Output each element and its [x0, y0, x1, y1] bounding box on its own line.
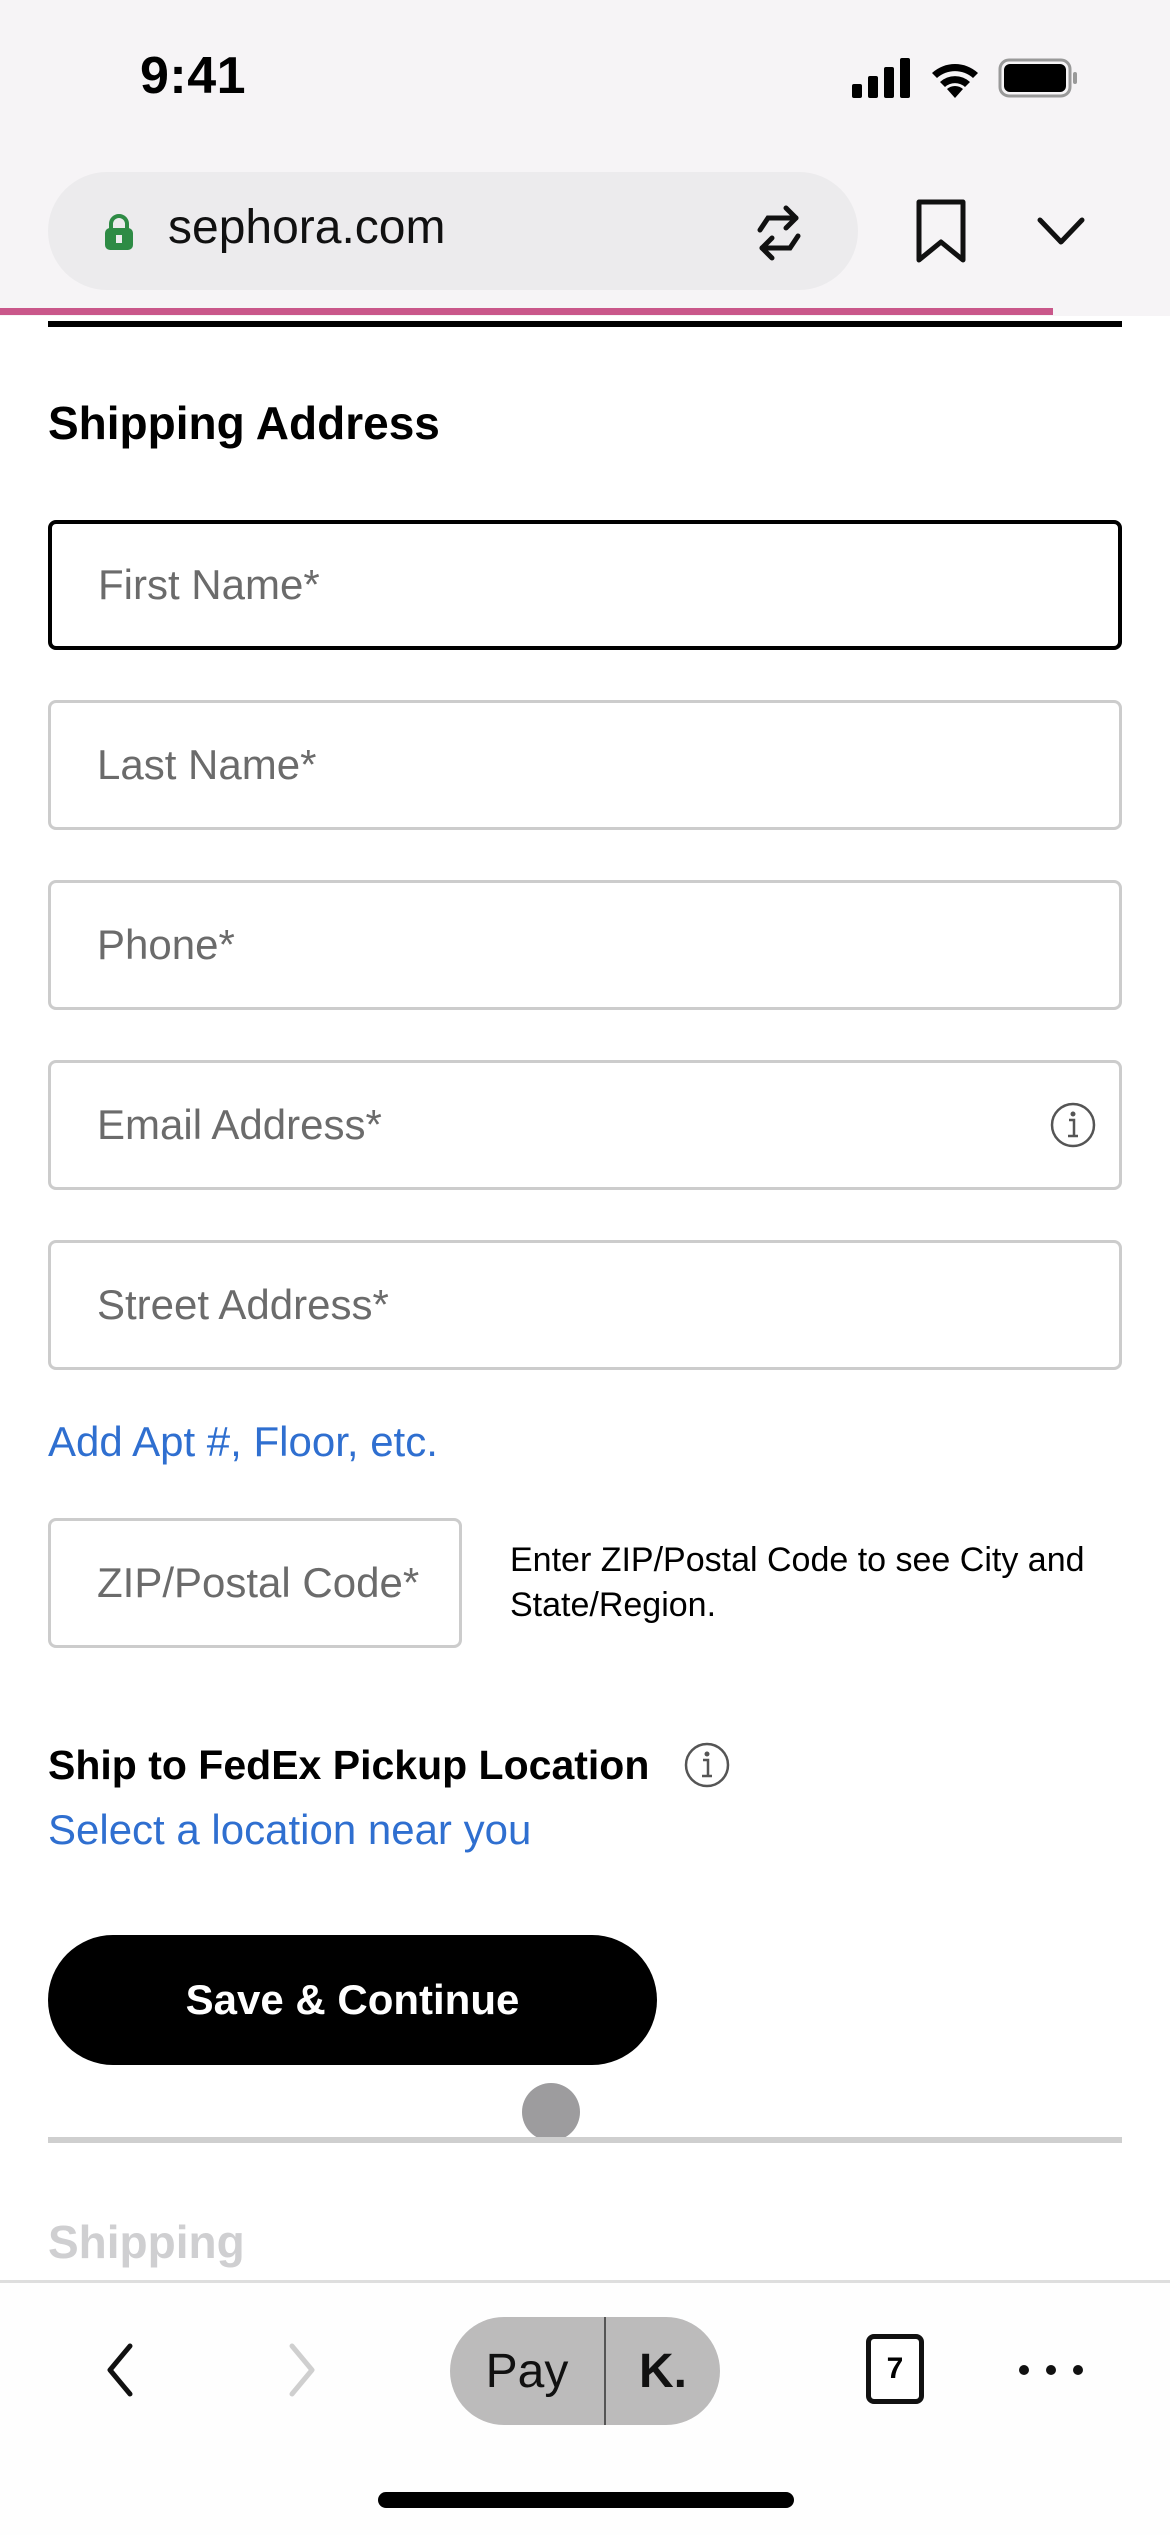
first-name-field[interactable]: First Name*: [48, 520, 1122, 650]
wifi-icon: [932, 64, 978, 98]
klarna-pay-button[interactable]: Pay K.: [450, 2317, 720, 2425]
battery-icon: [998, 58, 1077, 98]
add-apt-link[interactable]: Add Apt #, Floor, etc.: [48, 1418, 438, 1466]
zip-field[interactable]: ZIP/Postal Code*: [48, 1518, 462, 1648]
status-icons: [852, 56, 1080, 100]
email-field[interactable]: Email Address*: [48, 1060, 1122, 1190]
forward-icon[interactable]: [282, 2340, 322, 2400]
tabs-button[interactable]: 7: [866, 2334, 924, 2404]
section-top-rule: [48, 321, 1122, 327]
reload-icon[interactable]: [746, 200, 812, 266]
next-section-title: Shipping: [48, 2216, 245, 2268]
pay-label: Pay: [485, 2344, 569, 2398]
select-location-link[interactable]: Select a location near you: [48, 1806, 531, 1854]
scroll-indicator-dot: [522, 2083, 580, 2141]
first-name-placeholder: First Name*: [98, 561, 320, 608]
save-continue-button[interactable]: Save & Continue: [48, 1935, 657, 2065]
page-load-progress-fill: [0, 308, 1053, 315]
tab-count: 7: [886, 2352, 904, 2385]
bookmark-icon[interactable]: [914, 198, 968, 264]
fedex-info-icon[interactable]: [683, 1741, 731, 1789]
last-name-field[interactable]: Last Name*: [48, 700, 1122, 830]
chevron-down-icon[interactable]: [1034, 212, 1088, 252]
home-indicator: [378, 2492, 794, 2508]
klarna-logo-icon: K.: [639, 2344, 687, 2398]
zip-placeholder: ZIP/Postal Code*: [97, 1559, 420, 1606]
status-time: 9:41: [140, 47, 247, 105]
phone-placeholder: Phone*: [97, 921, 235, 968]
email-placeholder: Email Address*: [97, 1101, 382, 1148]
section-divider: [48, 2137, 1122, 2143]
section-title: Shipping Address: [48, 397, 440, 449]
street-address-placeholder: Street Address*: [97, 1281, 389, 1328]
street-address-field[interactable]: Street Address*: [48, 1240, 1122, 1370]
url-text[interactable]: sephora.com: [168, 200, 445, 255]
back-icon[interactable]: [100, 2340, 140, 2400]
last-name-placeholder: Last Name*: [97, 741, 317, 788]
fedex-pickup-title: Ship to FedEx Pickup Location: [48, 1742, 650, 1788]
more-options-icon[interactable]: [1016, 2360, 1086, 2380]
zip-helper-text: Enter ZIP/Postal Code to see City and St…: [510, 1541, 1085, 1624]
phone-field[interactable]: Phone*: [48, 880, 1122, 1010]
cellular-signal-icon: [852, 58, 910, 98]
email-info-icon[interactable]: [1049, 1101, 1097, 1149]
lock-icon: [105, 214, 133, 250]
